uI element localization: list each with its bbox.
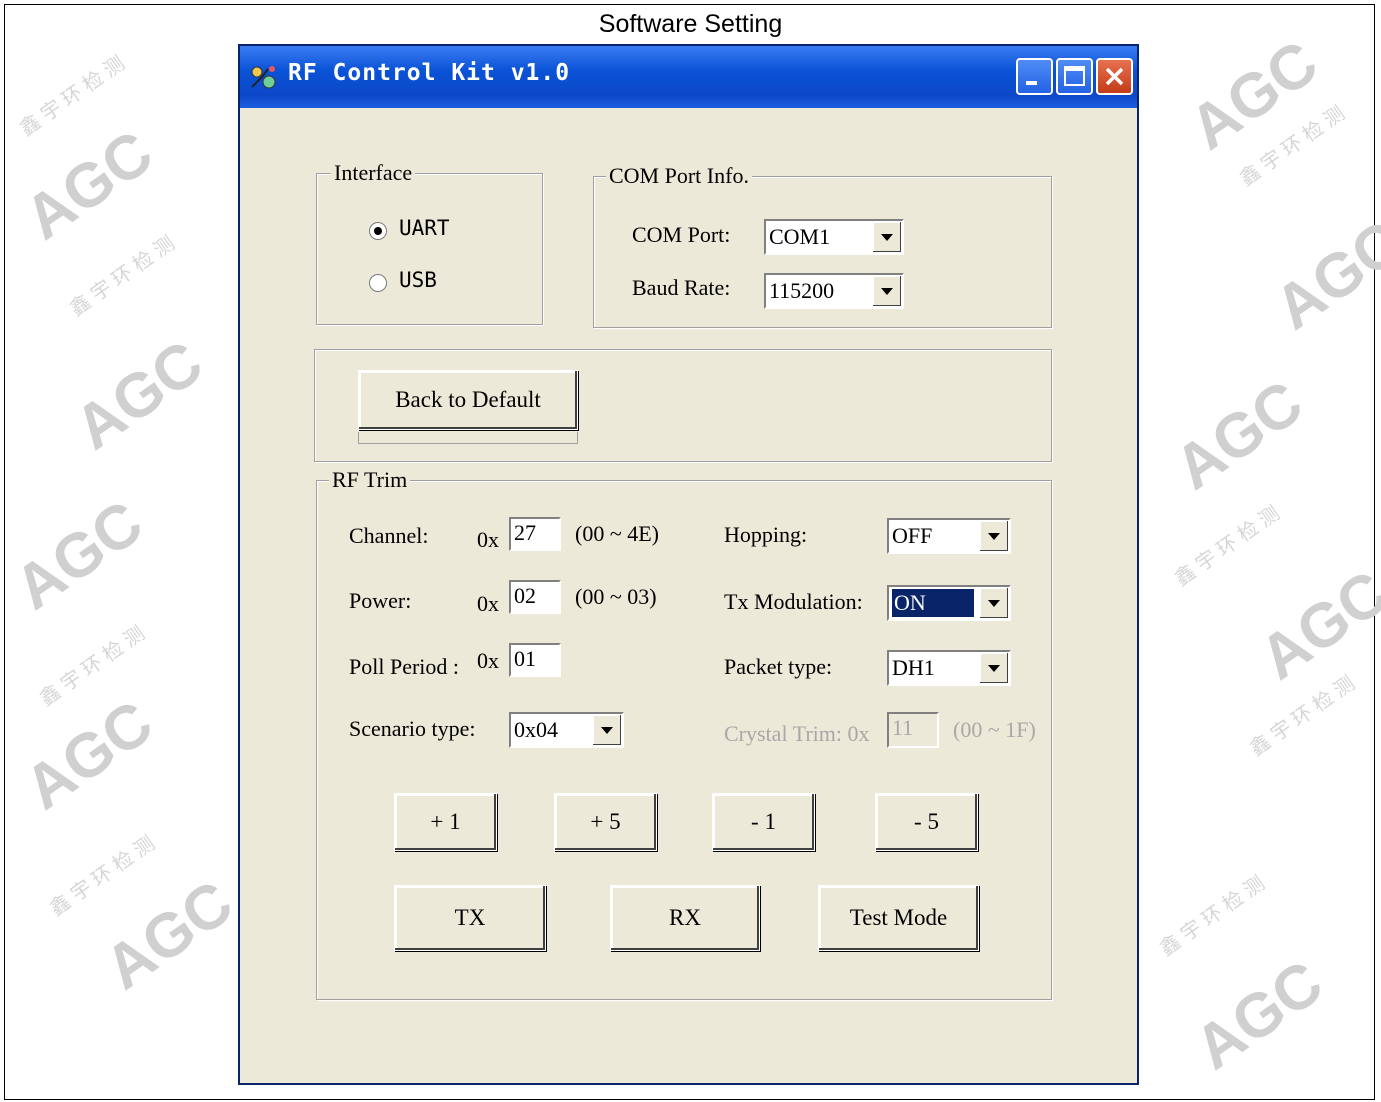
uart-label[interactable]: UART [399,216,450,240]
usb-label[interactable]: USB [399,268,437,292]
uart-radio[interactable] [369,222,387,240]
baud-rate-select[interactable]: 115200 [764,273,904,309]
chevron-down-icon[interactable] [979,588,1008,618]
com-port-select[interactable]: COM1 [764,219,904,255]
hopping-value: OFF [892,523,933,548]
power-label: Power: [349,588,412,613]
interface-group: Interface UART USB [316,160,543,325]
crystal-trim-input: 11 [887,712,939,748]
window-title: RF Control Kit v1.0 [288,60,571,86]
plus-five-button[interactable]: + 5 [554,793,657,851]
scenario-type-label: Scenario type: [349,716,476,741]
com-port-value: COM1 [769,224,831,249]
maximize-icon [1064,66,1085,86]
chevron-down-icon[interactable] [979,521,1008,551]
app-window: RF Control Kit v1.0 Interface UART USB C… [238,44,1139,1085]
tx-button[interactable]: TX [394,885,546,951]
back-to-default-button[interactable]: Back to Default [358,370,578,430]
plus-one-button[interactable]: + 1 [394,793,497,851]
scenario-type-select[interactable]: 0x04 [509,712,624,748]
radio-dot [374,227,382,235]
baud-rate-value: 115200 [769,278,835,303]
packet-type-label: Packet type: [724,654,833,679]
power-input[interactable]: 02 [509,580,561,614]
channel-input[interactable]: 27 [509,517,561,551]
rf-trim-group: RF Trim Channel: 0x 27 (00 ~ 4E) Power: … [316,467,1052,1000]
baud-rate-label: Baud Rate: [632,275,731,300]
power-prefix: 0x [477,591,499,616]
poll-period-input[interactable]: 01 [509,643,561,677]
power-range: (00 ~ 03) [575,584,657,609]
usb-radio[interactable] [369,274,387,292]
minus-one-button[interactable]: - 1 [712,793,815,851]
com-port-legend: COM Port Info. [606,163,752,189]
scenario-type-value: 0x04 [514,717,558,742]
chevron-down-icon[interactable] [872,222,901,252]
app-icon [251,66,276,89]
rf-trim-legend: RF Trim [329,467,411,493]
channel-label: Channel: [349,523,429,548]
hopping-label: Hopping: [724,522,808,547]
chevron-down-icon[interactable] [872,276,901,306]
tx-modulation-select[interactable]: ON [887,585,1011,621]
com-port-group: COM Port Info. COM Port: COM1 Baud Rate:… [593,163,1052,328]
test-mode-button[interactable]: Test Mode [818,885,979,951]
hopping-select[interactable]: OFF [887,518,1011,554]
packet-type-value: DH1 [892,655,935,680]
poll-period-label: Poll Period : [349,654,460,679]
minimize-button[interactable] [1016,58,1053,95]
default-panel: Back to Default [314,349,1052,462]
interface-legend: Interface [331,160,416,186]
channel-prefix: 0x [477,527,499,552]
crystal-trim-label: Crystal Trim: 0x [724,721,870,746]
minus-five-button[interactable]: - 5 [875,793,978,851]
maximize-button[interactable] [1056,58,1093,95]
chevron-down-icon[interactable] [979,653,1008,683]
chevron-down-icon[interactable] [592,715,621,745]
channel-range: (00 ~ 4E) [575,521,659,546]
close-button[interactable] [1096,58,1133,95]
com-port-label: COM Port: [632,222,731,247]
title-bar[interactable]: RF Control Kit v1.0 [240,46,1137,108]
crystal-trim-range: (00 ~ 1F) [953,717,1036,742]
tx-modulation-label: Tx Modulation: [724,589,863,614]
rx-button[interactable]: RX [610,885,760,951]
poll-prefix: 0x [477,648,499,673]
figure-caption: Software Setting [598,10,783,38]
button-underline [358,432,578,444]
close-icon [1105,67,1124,86]
tx-modulation-value: ON [891,588,975,618]
minimize-icon [1026,81,1037,85]
packet-type-select[interactable]: DH1 [887,650,1011,686]
